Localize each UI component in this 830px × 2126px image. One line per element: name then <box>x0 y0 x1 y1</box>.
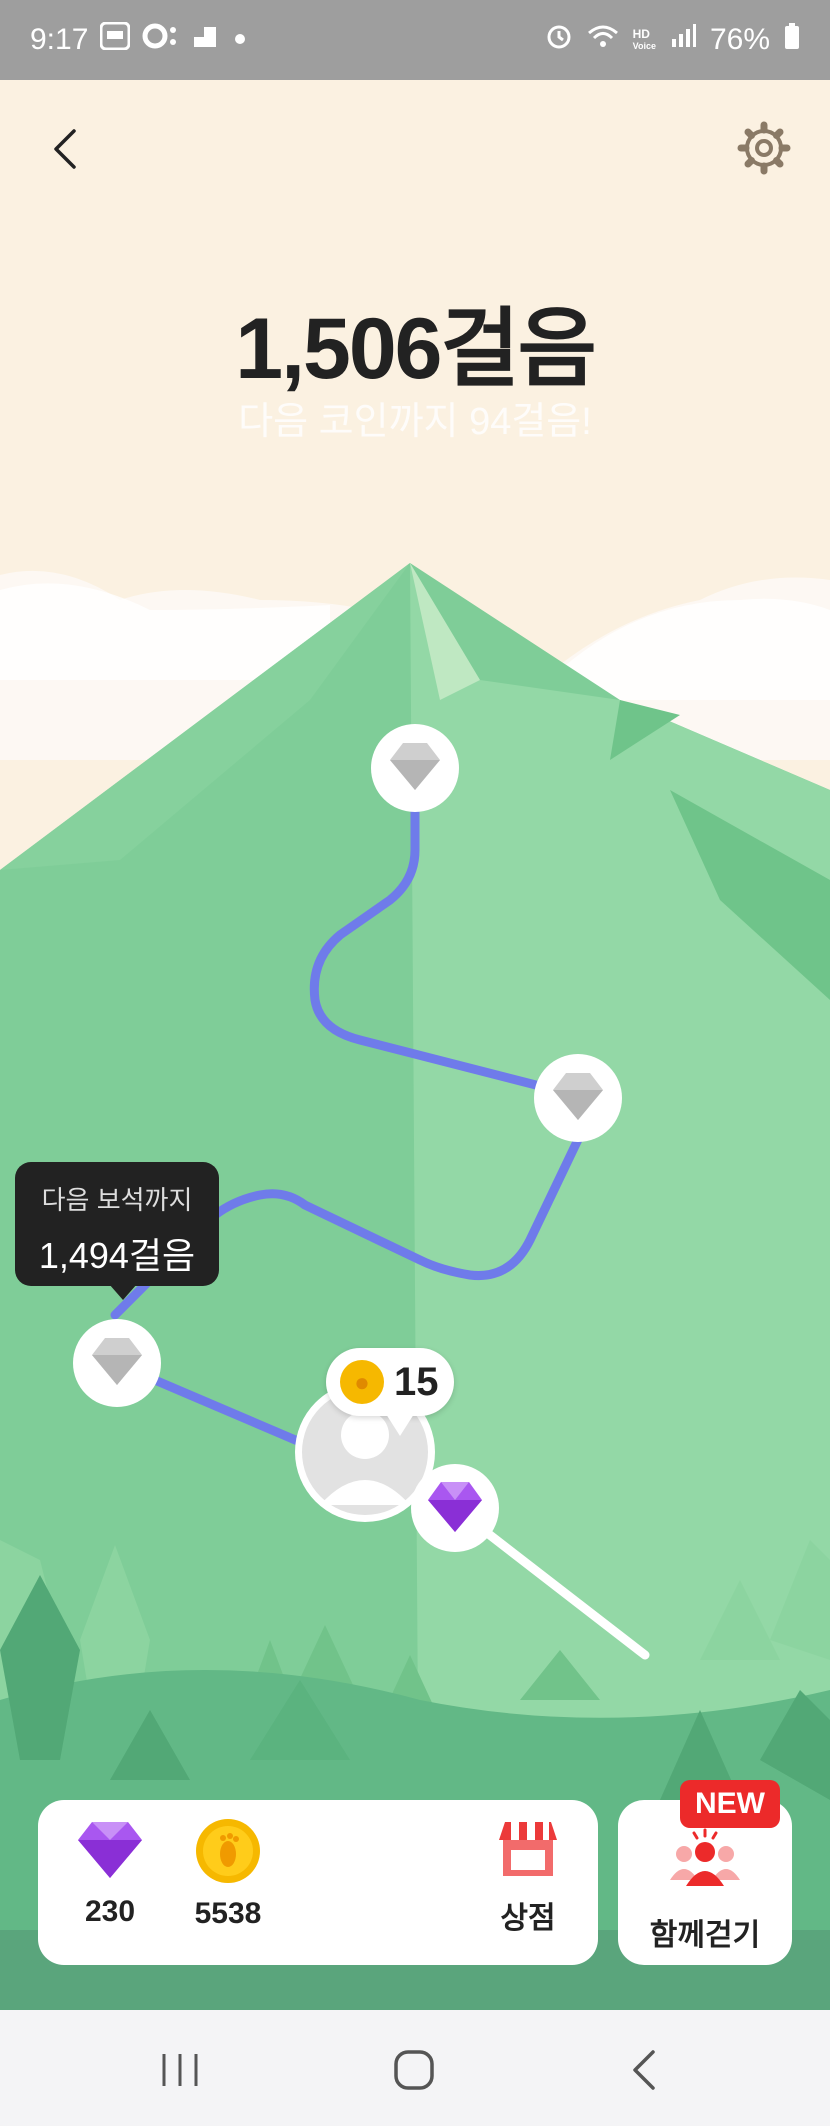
signal-icon <box>670 23 696 57</box>
bubble-tail <box>386 1414 414 1436</box>
chevron-left-icon <box>54 129 76 169</box>
back-nav-button[interactable] <box>615 2048 675 2092</box>
tooltip-arrow <box>109 1284 137 1300</box>
gem-checkpoint-top[interactable] <box>371 724 459 812</box>
tooltip-line1: 다음 보석까지 <box>41 1185 193 1215</box>
recent-apps-button[interactable] <box>150 2048 210 2092</box>
shop-icon <box>499 1822 557 1876</box>
shop-button[interactable]: 상점 <box>488 1818 568 1937</box>
purple-gem-icon <box>78 1822 142 1878</box>
app-icon <box>99 21 131 58</box>
home-button[interactable] <box>385 2048 445 2092</box>
coin-reward-value: 15 <box>394 1359 439 1404</box>
step-count: 1,506걸음 <box>235 301 596 397</box>
new-badge: NEW <box>680 1780 780 1828</box>
coin-balance[interactable]: 5538 <box>178 1818 278 1931</box>
coin-reward-bubble[interactable]: ● 15 <box>326 1348 454 1436</box>
recent-apps-icon <box>162 2054 198 2086</box>
wallet-card: 230 5538 상점 <box>38 1800 598 1965</box>
purple-gem-checkpoint[interactable] <box>411 1464 499 1552</box>
gem-checkpoint-left[interactable] <box>73 1319 161 1407</box>
battery-percent: 76% <box>709 23 770 56</box>
back-icon <box>633 2050 655 2090</box>
home-icon <box>394 2050 434 2090</box>
tooltip-line2: 1,494걸음 <box>38 1235 196 1276</box>
coin-icon: ● <box>340 1360 384 1404</box>
dot-icon <box>230 23 250 57</box>
hd-voice-label: HD Voice <box>632 27 656 51</box>
gear-icon <box>737 121 791 175</box>
next-gem-tooltip: 다음 보석까지 1,494걸음 <box>15 1162 219 1300</box>
navigation-bar <box>0 2010 830 2126</box>
gem-count: 230 <box>84 1895 136 1928</box>
walk-together-label: 함께걷기 <box>649 1919 761 1952</box>
notification-icon <box>192 23 218 57</box>
status-bar: 9:17 HD Voice 76% <box>0 0 830 80</box>
gem-checkpoint-right[interactable] <box>534 1054 622 1142</box>
coin-count: 5538 <box>194 1897 262 1930</box>
wifi-icon <box>587 23 619 57</box>
alarm-icon <box>545 22 573 58</box>
next-coin-subtitle: 다음 코인까지 94걸음! <box>238 401 592 443</box>
footprint-coin-icon <box>196 1819 260 1883</box>
back-button[interactable] <box>44 125 92 173</box>
settings-button[interactable] <box>736 120 792 176</box>
battery-icon <box>784 22 800 58</box>
people-icon <box>668 1828 742 1895</box>
dnd-icon <box>142 22 180 58</box>
status-time: 9:17 <box>30 23 89 56</box>
shop-label: 상점 <box>500 1902 556 1935</box>
gem-balance[interactable]: 230 <box>70 1818 150 1929</box>
